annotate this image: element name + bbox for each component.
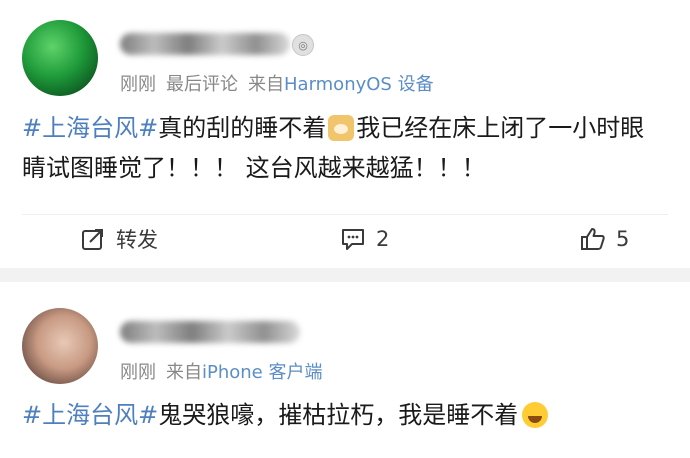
source-prefix: 来自 [166, 362, 202, 383]
post-text-part1: 真的刮的睡不着 [158, 114, 327, 142]
post-card-1: ◎ 刚刚 最后评论 来自HarmonyOS 设备 #上海台风#真的刮的睡不着 我已… [0, 0, 690, 268]
thumbs-up-icon [581, 228, 605, 250]
post-text: 鬼哭狼嚎，摧枯拉朽，我是睡不着 [158, 401, 519, 429]
laughing-emoji-icon [522, 402, 549, 428]
user-avatar[interactable] [22, 20, 98, 96]
repost-icon [82, 229, 103, 250]
comment-count: 2 [376, 227, 390, 251]
divider [22, 214, 668, 215]
username-blurred[interactable] [120, 33, 290, 55]
last-comment-label: 最后评论 [166, 74, 238, 95]
post-meta: 刚刚 来自iPhone 客户端 [120, 358, 322, 384]
user-avatar[interactable] [22, 308, 98, 384]
post-time: 刚刚 [120, 74, 156, 95]
like-count: 5 [616, 227, 630, 251]
source-name[interactable]: HarmonyOS 设备 [284, 74, 434, 95]
post-content: #上海台风#真的刮的睡不着 我已经在床上闭了一小时眼睛试图睡觉了！！！ 这台风越来… [22, 108, 668, 188]
repost-button[interactable]: 转发 [80, 224, 158, 254]
post-meta: 刚刚 最后评论 来自HarmonyOS 设备 [120, 70, 434, 96]
comment-icon [342, 229, 364, 250]
post-content: #上海台风#鬼哭狼嚎，摧枯拉朽，我是睡不着 [22, 395, 668, 435]
username-blurred[interactable] [120, 321, 300, 343]
user-badge-icon: ◎ [292, 34, 314, 56]
post-time: 刚刚 [120, 362, 156, 383]
source-prefix: 来自 [248, 74, 284, 95]
comment-button[interactable]: 2 [340, 226, 389, 252]
source-name[interactable]: iPhone 客户端 [202, 362, 322, 383]
topic-tag[interactable]: #上海台风# [22, 401, 158, 429]
post-separator [0, 268, 690, 282]
repost-label: 转发 [116, 228, 158, 252]
like-button[interactable]: 5 [580, 226, 629, 252]
dog-emoji-icon [328, 115, 355, 141]
topic-tag[interactable]: #上海台风# [22, 114, 158, 142]
action-bar: 转发 2 5 [0, 218, 690, 260]
